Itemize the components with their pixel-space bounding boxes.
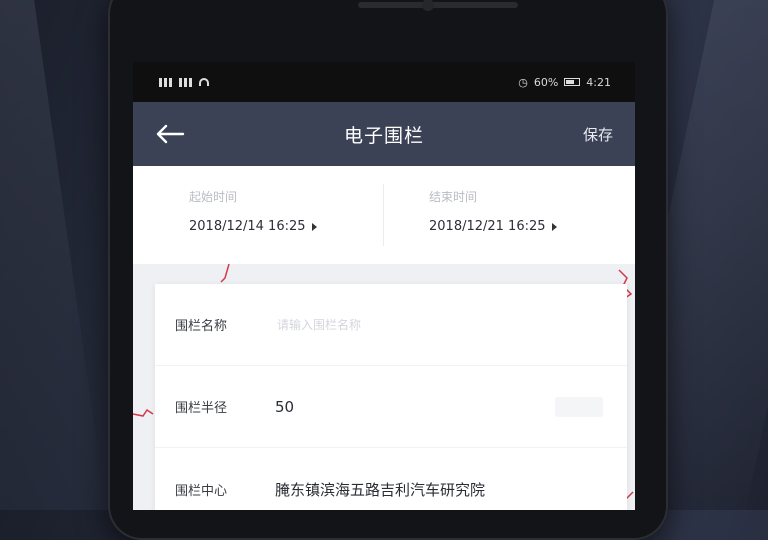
end-time-value: 2018/12/21 16:25: [429, 219, 546, 234]
back-arrow-icon[interactable]: [155, 122, 189, 146]
end-time-column: 结束时间 2018/12/21 16:25: [395, 166, 635, 264]
radius-unit-button[interactable]: [555, 396, 603, 417]
fence-radius-value[interactable]: 50: [275, 398, 294, 416]
alarm-icon: ◷: [518, 75, 528, 89]
map-area[interactable]: 围栏名称 围栏半径 50 围栏中心 腌东镇滨海五路吉利汽车研究院: [133, 264, 635, 510]
navigation-bar: 电子围栏 保存: [133, 102, 635, 166]
start-time-label: 起始时间: [189, 190, 238, 204]
phone-speaker: [358, 2, 518, 8]
fence-name-label: 围栏名称: [175, 319, 228, 334]
wifi-icon: [199, 78, 209, 86]
time-divider: [383, 184, 384, 246]
phone-screen: ◷ 60% 4:21 电子围栏 保存 起始时间 2018/12/14 16:25…: [133, 62, 635, 510]
status-left: [159, 77, 209, 87]
dropdown-triangle-icon: [551, 222, 557, 231]
fence-center-label: 围栏中心: [175, 483, 228, 499]
status-right: ◷ 60% 4:21: [518, 76, 611, 89]
dropdown-triangle-icon: [311, 222, 317, 231]
time-range-card: 起始时间 2018/12/14 16:25 结束时间 2018/12/21 16…: [133, 166, 635, 264]
start-time-column: 起始时间 2018/12/14 16:25: [133, 166, 395, 264]
end-time-label: 结束时间: [429, 190, 478, 204]
fence-name-input[interactable]: [275, 316, 529, 333]
background-stripe-left: [0, 0, 106, 510]
fence-form-card: 围栏名称 围栏半径 50 围栏中心 腌东镇滨海五路吉利汽车研究院: [155, 284, 627, 510]
fence-name-row: 围栏名称: [155, 284, 627, 366]
page-title: 电子围栏: [343, 124, 424, 147]
signal-icon: [159, 77, 173, 87]
status-bar: ◷ 60% 4:21: [133, 62, 635, 102]
start-time-picker[interactable]: 2018/12/14 16:25: [189, 219, 395, 234]
fence-radius-row: 围栏半径 50: [155, 366, 627, 448]
fence-center-row: 围栏中心 腌东镇滨海五路吉利汽车研究院: [155, 448, 627, 510]
fence-center-value[interactable]: 腌东镇滨海五路吉利汽车研究院: [275, 479, 485, 500]
cellular-icon: [179, 77, 193, 87]
end-time-picker[interactable]: 2018/12/21 16:25: [429, 219, 635, 234]
phone-camera: [422, 0, 434, 11]
start-time-value: 2018/12/14 16:25: [189, 219, 306, 234]
battery-icon: [564, 78, 581, 86]
save-button[interactable]: 保存: [583, 124, 613, 145]
fence-radius-label: 围栏半径: [175, 401, 228, 416]
battery-percent: 60%: [533, 75, 559, 89]
clock: 4:21: [586, 75, 611, 89]
